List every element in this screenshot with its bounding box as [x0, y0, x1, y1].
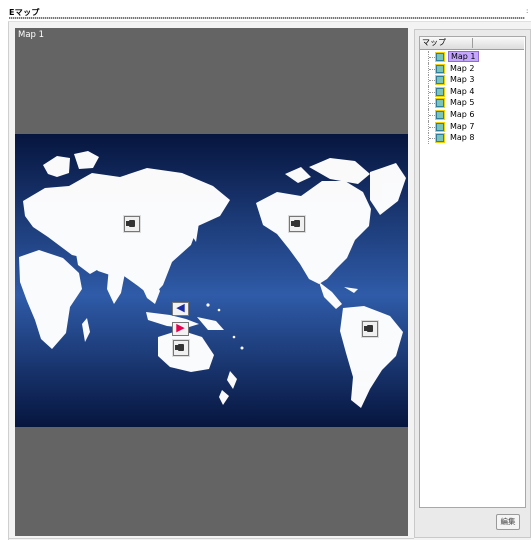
tree-header: マップ	[420, 37, 524, 50]
tree-header-label: マップ	[422, 38, 473, 48]
tree-item-label: Map 6	[450, 109, 475, 119]
tree-item-label: Map 8	[450, 133, 475, 143]
map-icon	[435, 98, 445, 109]
camera-marker-asia[interactable]	[124, 216, 140, 232]
tree-item-label: Map 5	[450, 98, 475, 108]
map-icon	[435, 86, 445, 97]
map-tree[interactable]: マップ Map 1 Map 2 Map 3 Map 4 Map 5 Map 6 …	[419, 36, 526, 508]
camera-marker-south-america[interactable]	[362, 321, 378, 337]
tree-item-map-3[interactable]: Map 3	[420, 74, 524, 87]
right-arrow-icon: ▶	[176, 321, 185, 334]
tree-item-label: Map 3	[450, 75, 475, 85]
title-bar-marker: :	[526, 7, 529, 15]
map-title: Map 1	[18, 30, 45, 40]
map-icon	[435, 133, 445, 144]
camera-marker-australia[interactable]	[173, 340, 189, 356]
tree-item-map-7[interactable]: Map 7	[420, 120, 524, 133]
map-icon	[435, 109, 445, 120]
tree-items: Map 1 Map 2 Map 3 Map 4 Map 5 Map 6 Map …	[420, 51, 524, 145]
tree-item-label: Map 4	[450, 86, 475, 96]
tree-item-label: Map 1	[448, 51, 479, 62]
tree-item-map-6[interactable]: Map 6	[420, 108, 524, 121]
edit-button[interactable]: 編集	[496, 514, 520, 530]
map-icon	[435, 63, 445, 74]
title-separator	[9, 17, 525, 19]
tree-item-map-8[interactable]: Map 8	[420, 132, 524, 145]
map-icon	[435, 52, 445, 62]
world-map-image[interactable]	[15, 134, 408, 427]
window-title-bar: Eマップ :	[0, 0, 531, 20]
tree-item-label: Map 7	[450, 121, 475, 131]
tree-item-map-5[interactable]: Map 5	[420, 97, 524, 110]
tree-item-label: Map 2	[450, 63, 475, 73]
tree-item-map-1[interactable]: Map 1	[420, 51, 524, 63]
tree-item-map-2[interactable]: Map 2	[420, 62, 524, 75]
previous-map-arrow[interactable]: ◀	[172, 302, 189, 316]
map-view[interactable]: Map 1 ◀ ▶	[15, 28, 408, 536]
map-icon	[435, 121, 445, 132]
next-map-arrow[interactable]: ▶	[172, 322, 189, 336]
left-arrow-icon: ◀	[176, 301, 185, 314]
map-icon	[435, 75, 445, 86]
camera-marker-north-america[interactable]	[289, 216, 305, 232]
tree-item-map-4[interactable]: Map 4	[420, 85, 524, 98]
